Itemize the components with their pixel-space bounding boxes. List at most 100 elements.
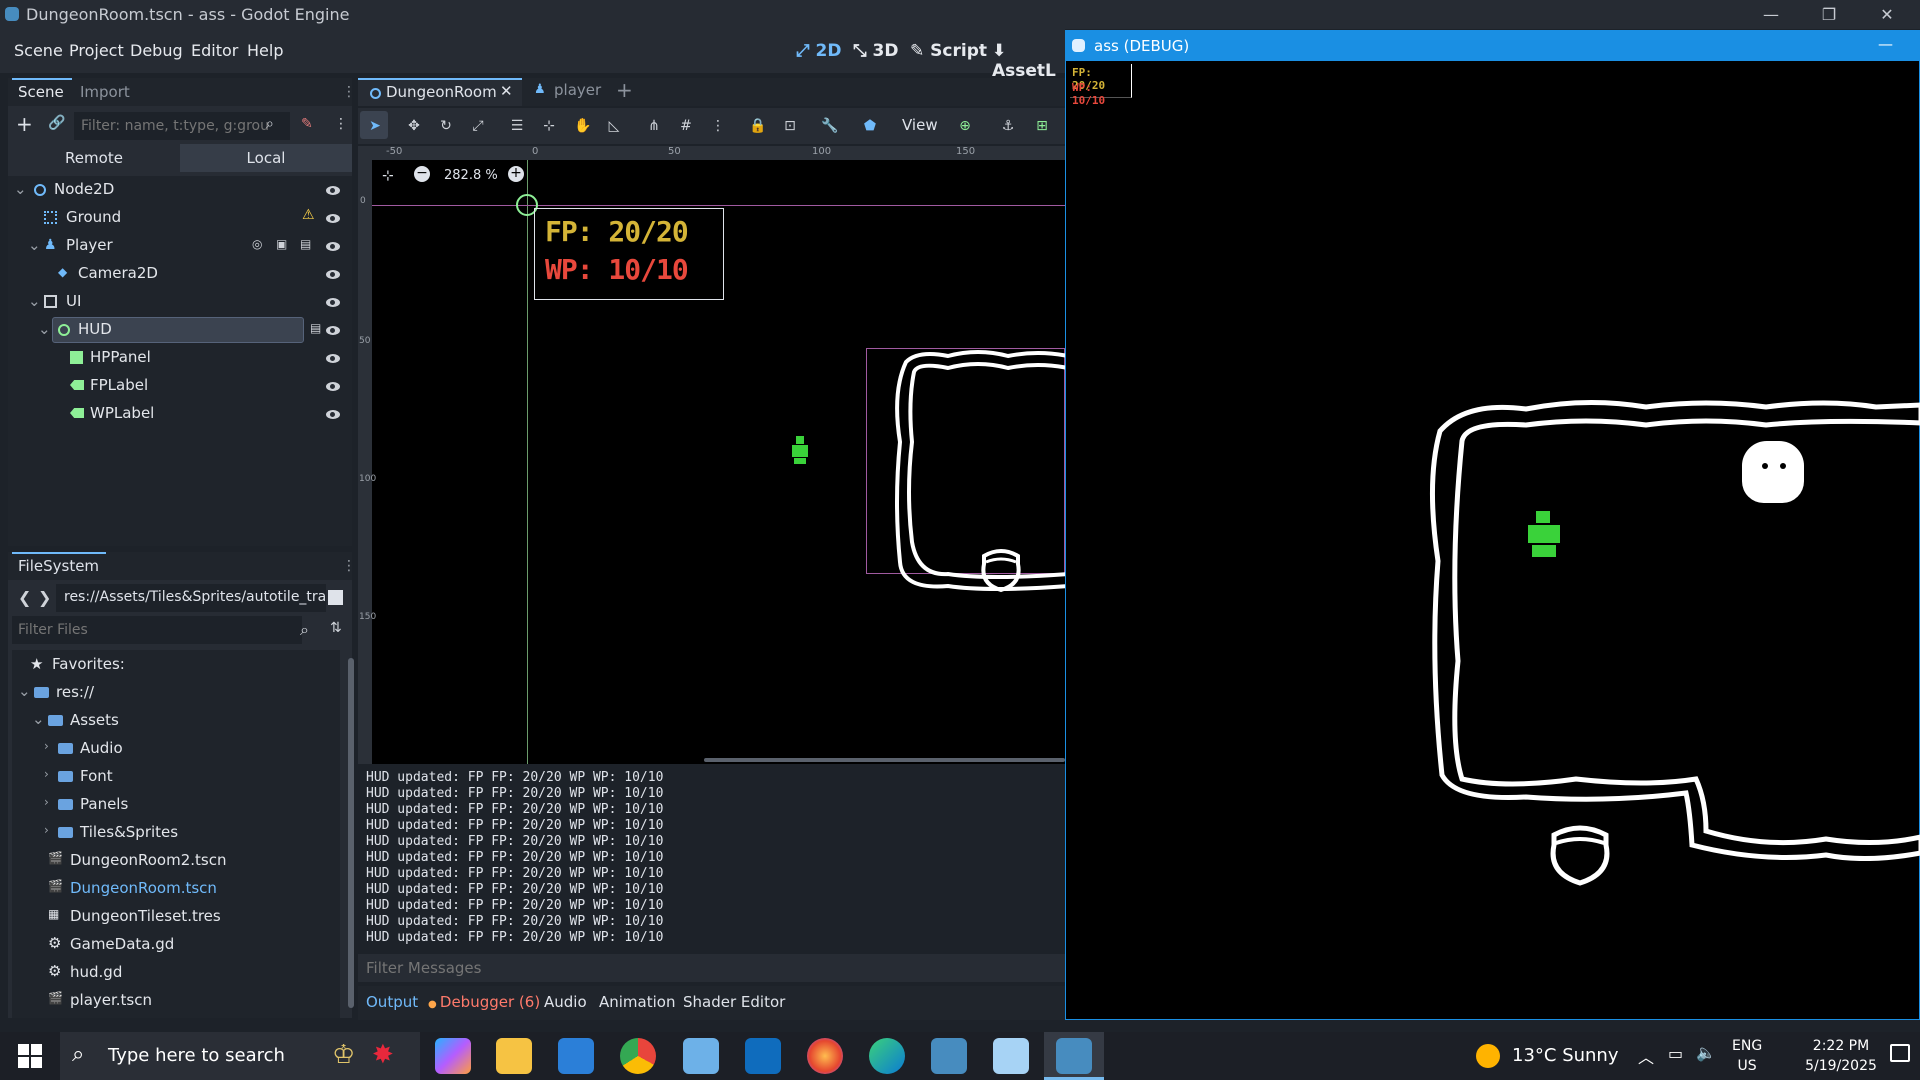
chevron-down-icon[interactable]: ⌄ — [38, 320, 51, 338]
paint-icon[interactable] — [993, 1038, 1029, 1074]
script-icon[interactable]: ▤ — [300, 237, 311, 251]
visibility-eye-icon[interactable] — [326, 326, 340, 335]
file-row[interactable]: 🎬 DungeonRoom2.tscn — [12, 846, 332, 874]
close-button[interactable]: ✕ — [1858, 0, 1916, 29]
zoom-level[interactable]: 282.8 % — [444, 168, 498, 183]
chevron-up-icon[interactable]: ︿ — [1638, 1044, 1654, 1068]
audio-row[interactable]: › Audio — [12, 734, 332, 762]
panels-row[interactable]: › Panels — [12, 790, 332, 818]
tab-scene[interactable]: Scene — [18, 83, 64, 101]
visibility-eye-icon[interactable] — [326, 410, 340, 419]
add-anchor-icon[interactable]: ⊕ — [956, 117, 974, 135]
canvas-viewport[interactable]: -50 0 50 100 150 0 50 100 150 ⊹ − 282.8 … — [358, 146, 1065, 764]
photos-icon[interactable] — [683, 1038, 719, 1074]
link-icon[interactable]: 🔗 — [48, 115, 65, 131]
file-row[interactable]: ⚙ GameData.gd — [12, 930, 332, 958]
add-node-icon[interactable]: + — [16, 112, 33, 136]
store-icon[interactable] — [558, 1038, 594, 1074]
ruler-tool-icon[interactable]: ◺ — [605, 117, 623, 135]
file-row[interactable]: ⚙ hud.gd — [12, 958, 332, 986]
warning-icon[interactable]: ⚠ — [302, 207, 315, 223]
mode-assetlib-button[interactable]: ⬇ AssetL — [992, 41, 1065, 81]
filesystem-scrollbar[interactable] — [348, 658, 354, 1008]
mode-2d-button[interactable]: ⤢ 2D — [796, 41, 841, 61]
visibility-eye-icon[interactable] — [326, 242, 340, 251]
network-icon[interactable]: ▭ — [1668, 1044, 1683, 1063]
anchor-icon[interactable]: ⚓ — [999, 117, 1017, 135]
visibility-eye-icon[interactable] — [326, 214, 340, 223]
file-explorer-icon[interactable] — [496, 1038, 532, 1074]
godot-debug-taskbar-icon[interactable] — [1056, 1038, 1092, 1074]
tab-audio[interactable]: Audio — [544, 993, 587, 1011]
hud-panel-selection[interactable]: FP: 20/20 WP: 10/10 — [534, 208, 724, 300]
minimize-button[interactable]: — — [1878, 35, 1893, 53]
tab-filesystem[interactable]: FileSystem — [18, 557, 99, 575]
dock-menu-icon[interactable]: ⋮ — [342, 558, 356, 574]
menu-help[interactable]: Help — [247, 41, 283, 60]
tab-shader-editor[interactable]: Shader Editor — [683, 993, 785, 1011]
lock-icon[interactable]: 🔒 — [749, 117, 767, 135]
visibility-eye-icon[interactable] — [326, 186, 340, 195]
tree-row-wplabel[interactable]: WPLabel — [8, 400, 352, 428]
visibility-eye-icon[interactable] — [326, 298, 340, 307]
chevron-right-icon[interactable]: › — [44, 767, 49, 781]
mode-3d-button[interactable]: ⤡ 3D — [853, 41, 898, 61]
path-field[interactable]: res://Assets/Tiles&Sprites/autotile_tran — [56, 584, 326, 612]
edge-icon[interactable] — [869, 1038, 905, 1074]
script-icon[interactable]: ▤ — [310, 321, 321, 335]
clock[interactable]: 2:22 PM 5/19/2025 — [1796, 1036, 1886, 1076]
attach-script-icon[interactable]: ✎ — [301, 116, 313, 132]
sort-icon[interactable]: ⇅ — [330, 620, 342, 636]
bone-icon[interactable]: 🔧 — [821, 117, 839, 135]
snap-options-icon[interactable]: ⋮ — [709, 117, 727, 135]
assets-row[interactable]: ⌄ Assets — [12, 706, 332, 734]
tab-animation[interactable]: Animation — [599, 993, 675, 1011]
chevron-right-icon[interactable]: › — [44, 823, 49, 837]
chevron-right-icon[interactable]: › — [44, 795, 49, 809]
tree-row-ground[interactable]: Ground ⚠ — [8, 204, 352, 232]
visibility-eye-icon[interactable] — [326, 354, 340, 363]
language-indicator[interactable]: ENG US — [1732, 1036, 1762, 1076]
chrome-icon[interactable] — [620, 1038, 656, 1074]
forward-arrow-icon[interactable]: ❯ — [38, 588, 51, 607]
menu-debug[interactable]: Debug — [130, 41, 183, 60]
toggle-split-icon[interactable] — [328, 590, 343, 605]
visibility-eye-icon[interactable] — [326, 382, 340, 391]
center-view-icon[interactable]: ⊹ — [382, 168, 394, 184]
outlook-icon[interactable] — [745, 1038, 781, 1074]
file-row[interactable]: ▦ DungeonTileset.tres — [12, 902, 332, 930]
tab-debugger[interactable]: ● Debugger (6) — [428, 993, 540, 1011]
menu-project[interactable]: Project — [69, 41, 124, 60]
favorites-row[interactable]: ★ Favorites: — [12, 650, 332, 678]
dock-menu-icon[interactable]: ⋮ — [342, 84, 356, 100]
scene-filter-input[interactable] — [74, 112, 290, 140]
zoom-in-icon[interactable]: + — [508, 166, 524, 182]
zoom-out-icon[interactable]: − — [414, 166, 430, 182]
tree-row-ui[interactable]: ⌄ UI — [8, 288, 352, 316]
tree-row-node2d[interactable]: ⌄ Node2D — [8, 176, 352, 204]
minimize-button[interactable]: — — [1742, 0, 1800, 29]
menu-editor[interactable]: Editor — [191, 41, 238, 60]
instance-icon[interactable]: ▣ — [276, 237, 287, 251]
viewport-h-scrollbar[interactable] — [704, 758, 1065, 762]
taskbar-search-box[interactable]: ⌕ Type here to search ♔ ✸ — [60, 1032, 420, 1080]
chevron-right-icon[interactable]: › — [44, 739, 49, 753]
firefox-icon[interactable] — [807, 1038, 843, 1074]
add-tab-icon[interactable]: + — [616, 78, 633, 102]
move-tool-icon[interactable]: ✥ — [405, 117, 423, 135]
mode-script-button[interactable]: ✎ Script — [910, 41, 987, 61]
filter-files-input[interactable] — [12, 616, 302, 644]
chevron-down-icon[interactable]: ⌄ — [28, 292, 41, 310]
start-windows-icon[interactable] — [18, 1044, 42, 1068]
close-icon[interactable]: ✕ — [500, 82, 513, 100]
list-select-icon[interactable]: ☰ — [508, 117, 526, 135]
volume-icon[interactable]: 🔈 — [1696, 1043, 1716, 1062]
pivot-tool-icon[interactable]: ⊹ — [540, 117, 558, 135]
filter-messages-input[interactable] — [358, 954, 1065, 982]
chevron-down-icon[interactable]: ⌄ — [18, 682, 31, 700]
back-arrow-icon[interactable]: ❮ — [18, 588, 31, 607]
file-row-selected[interactable]: 🎬 DungeonRoom.tscn — [12, 874, 332, 902]
tree-row-fplabel[interactable]: FPLabel — [8, 372, 352, 400]
pan-tool-icon[interactable]: ✋ — [574, 117, 592, 135]
layout-icon[interactable]: ⊞ — [1033, 117, 1051, 135]
